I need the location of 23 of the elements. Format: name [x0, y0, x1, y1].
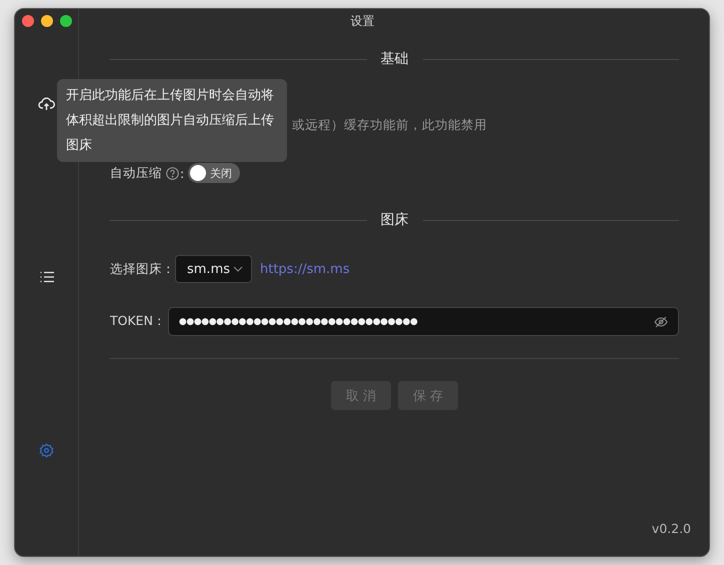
section-title: 基础	[380, 50, 408, 68]
version-text: v0.2.0	[652, 521, 691, 536]
colon-text: :	[180, 166, 184, 180]
minimize-button[interactable]	[41, 15, 53, 27]
host-select[interactable]: sm.ms	[175, 255, 252, 283]
window-title: 设置	[350, 14, 374, 28]
compress-label: 自动压缩	[110, 164, 162, 182]
zoom-button[interactable]	[60, 15, 72, 27]
host-label: 选择图床：	[110, 260, 175, 278]
compress-toggle[interactable]: 关闭	[188, 163, 240, 183]
settings-icon[interactable]	[39, 443, 54, 458]
token-field[interactable]: ●●●●●●●●●●●●●●●●●●●●●●●●●●●●●●●●	[168, 307, 679, 336]
eye-hidden-icon[interactable]	[654, 316, 668, 328]
chevron-down-icon	[233, 266, 243, 272]
help-icon[interactable]	[166, 166, 179, 180]
close-button[interactable]	[22, 15, 34, 27]
list-icon[interactable]	[40, 271, 54, 283]
hint-text: 或远程）缓存功能前，此功能禁用	[292, 117, 487, 132]
token-label: TOKEN：	[110, 313, 166, 330]
section-title: 图床	[380, 211, 408, 229]
cloud-upload-icon[interactable]	[38, 97, 55, 111]
tooltip: 开启此功能后在上传图片时会自动将体积超出限制的图片自动压缩后上传图床	[57, 78, 287, 162]
host-link[interactable]: https://sm.ms	[260, 262, 350, 276]
